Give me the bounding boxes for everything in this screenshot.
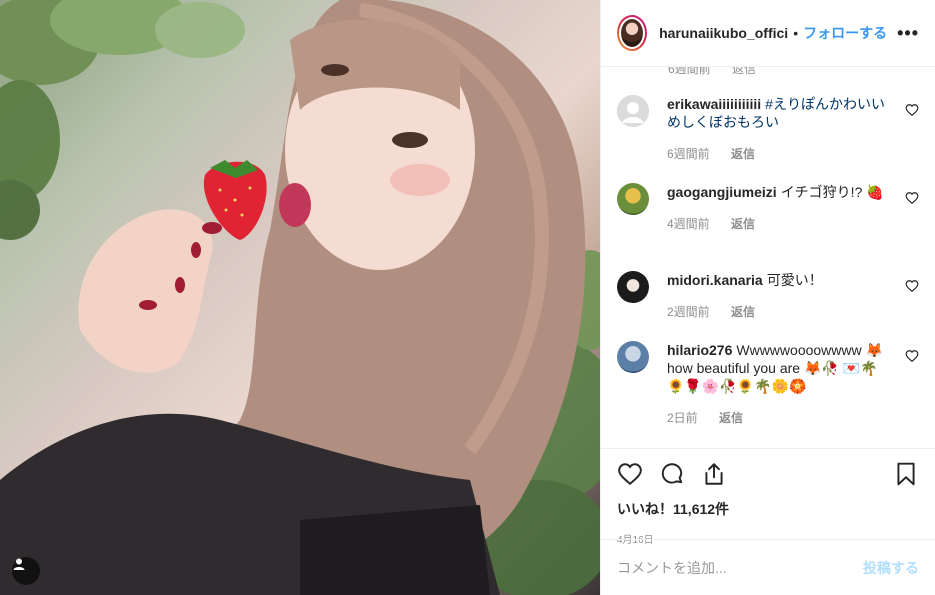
comment-text: erikawaiiiiiiiiiii #えりぽんかわいいめしくぼおもろい — [667, 95, 893, 131]
small-heart-icon[interactable] — [905, 349, 919, 363]
post-photo[interactable] — [0, 0, 600, 595]
post-comment-button[interactable]: 投稿する — [863, 558, 919, 578]
comment-text: gaogangjiumeizi イチゴ狩り!? 🍓 — [667, 183, 893, 201]
comments-list[interactable]: 6週間前 返信 erikawaiiiiiiiiiii #えりぽんかわいいめしくぼお… — [601, 67, 935, 448]
comment-body: イチゴ狩り!? 🍓 — [780, 184, 884, 200]
comment-item: gaogangjiumeizi イチゴ狩り!? 🍓 4週間前 返信 — [617, 183, 919, 232]
comment-reply-button[interactable]: 返信 — [719, 411, 743, 425]
user-tag-button[interactable] — [12, 557, 40, 585]
follow-button[interactable]: フォローする — [803, 23, 887, 43]
comment-bubble-icon[interactable] — [659, 461, 685, 487]
comment-reply-button[interactable]: 返信 — [731, 305, 755, 319]
post-side-panel: harunaiikubo_offici • フォローする ••• 6週間前 返信 — [600, 0, 935, 595]
small-heart-icon[interactable] — [905, 279, 919, 293]
post-header: harunaiikubo_offici • フォローする ••• — [601, 0, 935, 67]
likes-number: 11,612件 — [673, 501, 730, 517]
likes-label: いいね！ — [617, 501, 673, 517]
comment-time: 4週間前 — [667, 217, 710, 231]
comment-time: 2日前 — [667, 411, 698, 425]
header-separator: • — [793, 25, 799, 41]
small-heart-icon[interactable] — [905, 191, 919, 205]
comment-meta: 4週間前 返信 — [667, 215, 893, 232]
heart-icon[interactable] — [617, 461, 643, 487]
comment-meta: 2日前 返信 — [667, 409, 893, 426]
comment-username[interactable]: gaogangjiumeizi — [667, 184, 777, 200]
post-dialog: harunaiikubo_offici • フォローする ••• 6週間前 返信 — [0, 0, 935, 595]
comment-reply-button[interactable]: 返信 — [731, 217, 755, 231]
author-avatar[interactable] — [617, 15, 648, 51]
user-tag-icon — [13, 558, 25, 570]
comment-meta: 6週間前 返信 — [667, 145, 893, 162]
comment-text: hilario276 Wwwwwoooowwww 🦊 how beautiful … — [667, 341, 893, 395]
comment-meta: 2週間前 返信 — [667, 303, 893, 320]
small-heart-icon[interactable] — [905, 103, 919, 117]
comment-text: midori.kanaria 可愛い！ — [667, 271, 893, 289]
commenter-avatar[interactable] — [617, 271, 649, 303]
comment-username[interactable]: erikawaiiiiiiiiiii — [667, 96, 761, 112]
commenter-avatar[interactable] — [617, 341, 649, 373]
comment-username[interactable]: midori.kanaria — [667, 272, 763, 288]
comment-time: 6週間前 — [668, 67, 711, 76]
comment-time: 6週間前 — [667, 147, 710, 161]
commenter-avatar[interactable] — [617, 95, 649, 127]
comment-item: erikawaiiiiiiiiiii #えりぽんかわいいめしくぼおもろい 6週間前… — [617, 95, 919, 162]
partial-comment-meta: 6週間前 返信 — [668, 67, 774, 77]
share-icon[interactable] — [701, 461, 727, 487]
bookmark-icon[interactable] — [893, 461, 919, 487]
commenter-avatar[interactable] — [617, 183, 649, 215]
likes-count[interactable]: いいね！11,612件 — [617, 499, 919, 519]
comment-reply-button[interactable]: 返信 — [732, 67, 756, 76]
comment-reply-button[interactable]: 返信 — [731, 147, 755, 161]
photo-illustration — [0, 0, 600, 595]
comment-time: 2週間前 — [667, 305, 710, 319]
comment-body: 可愛い！ — [766, 272, 823, 288]
comment-input[interactable] — [617, 559, 863, 576]
more-options-button[interactable]: ••• — [887, 23, 919, 44]
default-avatar-icon — [617, 95, 649, 127]
add-comment-bar: 投稿する — [601, 539, 935, 595]
comment-item: midori.kanaria 可愛い！ 2週間前 返信 — [617, 271, 919, 320]
action-icons-row — [617, 459, 919, 489]
comment-username[interactable]: hilario276 — [667, 342, 732, 358]
comment-item: hilario276 Wwwwwoooowwww 🦊 how beautiful … — [617, 341, 919, 426]
author-username[interactable]: harunaiikubo_offici — [659, 25, 788, 41]
